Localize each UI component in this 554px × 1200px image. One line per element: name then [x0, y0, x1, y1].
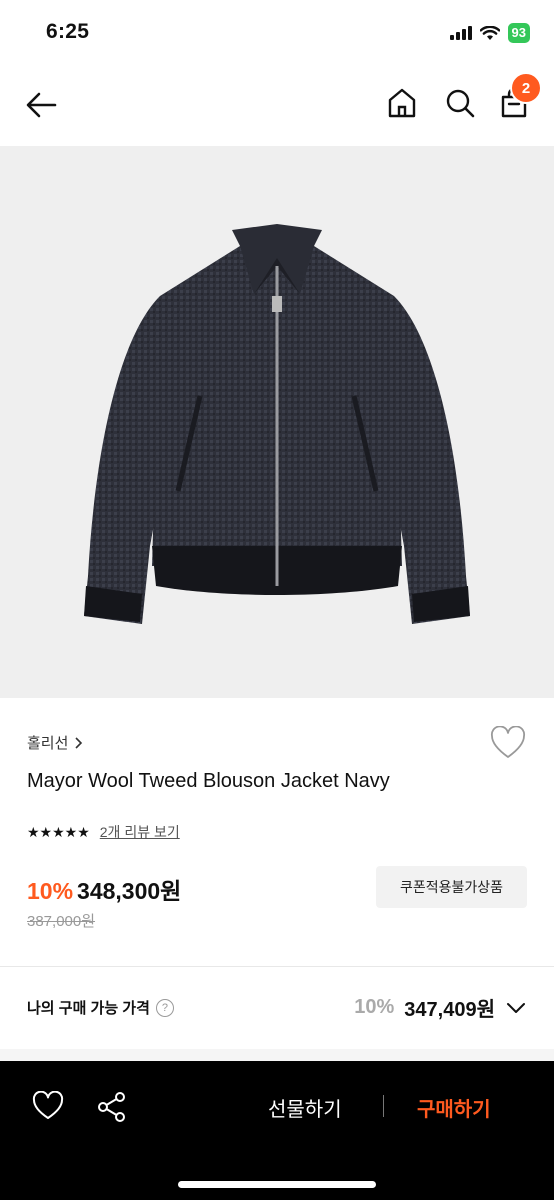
cart-count-badge: 2 — [510, 72, 542, 104]
brand-name: 홀리선 — [27, 735, 69, 752]
chevron-down-icon[interactable] — [505, 997, 527, 1019]
heart-icon[interactable] — [490, 726, 526, 760]
chevron-right-icon — [75, 736, 83, 749]
top-nav: 2 — [0, 66, 554, 144]
home-indicator — [178, 1181, 376, 1188]
wishlist-heart-icon[interactable] — [32, 1091, 64, 1121]
my-price-discount: 10% — [354, 996, 395, 1018]
price-row: 10% 348,300원 — [27, 872, 181, 906]
reviews-link[interactable]: 2개 리뷰 보기 — [100, 822, 180, 842]
product-image[interactable] — [0, 146, 554, 698]
wifi-icon — [479, 25, 500, 40]
signal-icon — [449, 26, 472, 40]
my-price-label-wrap: 나의 구매 가능 가격 ? — [27, 997, 174, 1018]
original-price: 387,000원 — [27, 913, 96, 930]
gift-button[interactable]: 선물하기 — [268, 1093, 342, 1122]
section-gap — [0, 1049, 554, 1061]
jacket-image — [84, 224, 470, 624]
status-bar: 6:25 93 — [0, 0, 554, 66]
my-price-value: 10% 347,409원 — [354, 993, 527, 1022]
help-icon[interactable]: ? — [155, 998, 174, 1017]
home-icon[interactable] — [386, 86, 418, 120]
my-price-amount: 347,409원 — [404, 999, 495, 1021]
discount-rate: 10% — [27, 878, 74, 904]
my-price-row[interactable]: 나의 구매 가능 가격 ? 10% 347,409원 — [0, 967, 554, 1049]
status-icons: 93 — [449, 23, 530, 43]
coupon-badge: 쿠폰적용불가상품 — [376, 866, 527, 908]
back-arrow-icon[interactable] — [24, 88, 58, 122]
buy-button[interactable]: 구매하기 — [417, 1093, 491, 1122]
sale-price: 348,300원 — [77, 878, 182, 904]
star-rating: ★★★★★ — [27, 823, 90, 840]
bottom-action-bar: 선물하기 구매하기 — [0, 1061, 554, 1200]
product-name: Mayor Wool Tweed Blouson Jacket Navy — [27, 770, 390, 792]
share-icon[interactable] — [96, 1091, 128, 1123]
status-time: 6:25 — [46, 20, 90, 43]
my-price-label: 나의 구매 가능 가격 — [27, 1000, 150, 1017]
separator — [383, 1095, 384, 1117]
battery-icon: 93 — [507, 23, 530, 43]
search-icon[interactable] — [444, 86, 476, 120]
rating-row: ★★★★★ 2개 리뷰 보기 — [27, 822, 180, 842]
brand-link[interactable]: 홀리선 — [27, 732, 84, 753]
